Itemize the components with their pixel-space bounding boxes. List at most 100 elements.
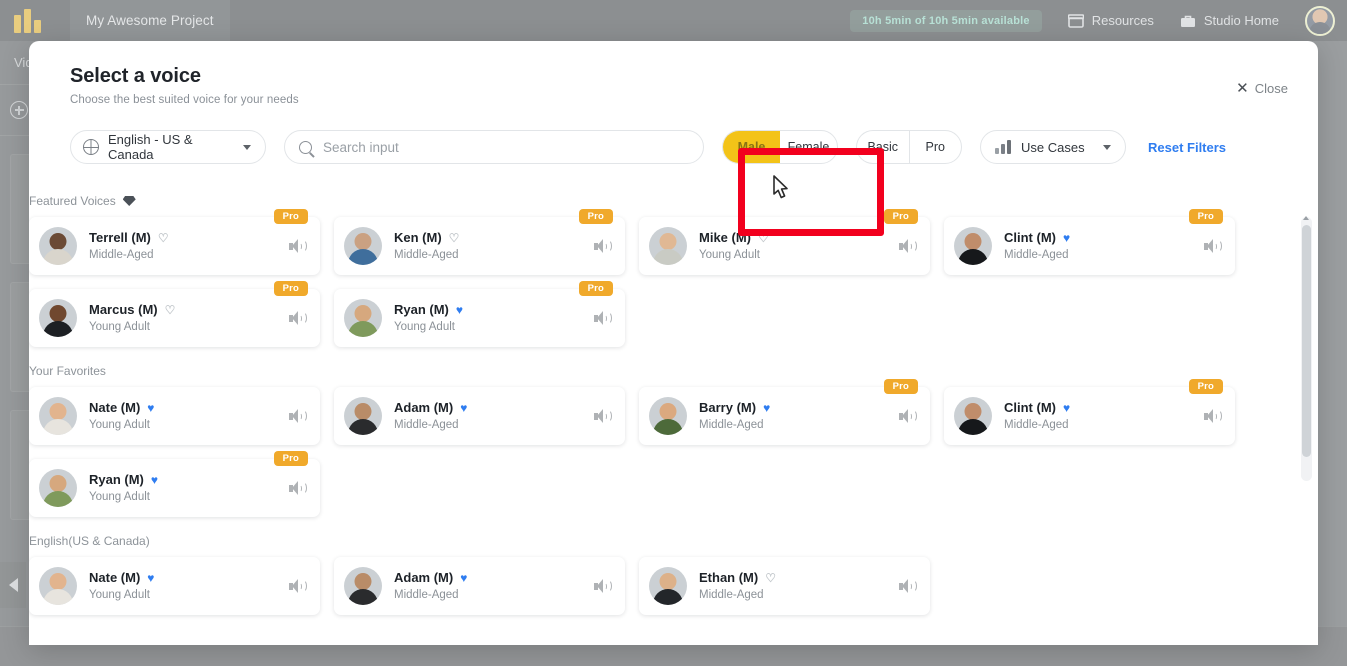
section-label-text: English(US & Canada) (29, 534, 150, 548)
heart-filled-icon[interactable]: ♥ (147, 402, 154, 414)
reset-filters-button[interactable]: Reset Filters (1148, 140, 1226, 155)
voice-age: Middle-Aged (699, 419, 764, 432)
project-tab[interactable]: My Awesome Project (70, 0, 230, 41)
plus-circle-icon[interactable] (10, 101, 28, 119)
speaker-preview-icon[interactable] (899, 579, 917, 593)
section-label: Your Favorites (29, 364, 1318, 378)
voice-card[interactable]: Ryan (M) ♥ Young Adult Pro (29, 451, 320, 517)
speaker-preview-icon[interactable] (594, 311, 612, 325)
modal-header: Select a voice Choose the best suited vo… (29, 41, 1318, 117)
heart-filled-icon[interactable]: ♥ (763, 402, 770, 414)
voice-card[interactable]: Barry (M) ♥ Middle-Aged Pro (639, 379, 930, 445)
gender-toggle[interactable]: Male Female (722, 130, 838, 164)
brand-bars-logo[interactable] (14, 8, 48, 33)
heart-filled-icon[interactable]: ♥ (1063, 402, 1070, 414)
voice-name: Clint (M) (1004, 229, 1056, 245)
speaker-preview-icon[interactable] (594, 579, 612, 593)
close-button[interactable]: ✕ Close (1236, 81, 1288, 96)
speaker-preview-icon[interactable] (289, 579, 307, 593)
pro-badge: Pro (273, 209, 308, 224)
speaker-preview-icon[interactable] (899, 239, 917, 253)
voice-age: Middle-Aged (89, 249, 154, 262)
studio-home-link[interactable]: Studio Home (1180, 13, 1279, 28)
voice-name: Ryan (M) (89, 471, 144, 487)
close-icon: ✕ (1236, 80, 1249, 97)
user-avatar[interactable] (1305, 5, 1335, 36)
speaker-preview-icon[interactable] (594, 239, 612, 253)
speaker-preview-icon[interactable] (1204, 409, 1222, 423)
scrollbar-thumb[interactable] (1302, 225, 1311, 457)
voice-meta: Marcus (M) ♡ Young Adult (89, 302, 176, 334)
heart-filled-icon[interactable]: ♥ (151, 474, 158, 486)
plan-option-basic[interactable]: Basic (856, 130, 909, 164)
search-field[interactable] (284, 130, 704, 164)
scroll-up-arrow-icon[interactable] (1303, 216, 1309, 220)
speaker-preview-icon[interactable] (289, 239, 307, 253)
voice-card[interactable]: Adam (M) ♥ Middle-Aged (334, 557, 625, 615)
avatar (954, 397, 992, 435)
voice-name-row: Clint (M) ♥ (1004, 229, 1070, 245)
voice-card-grid: Nate (M) ♥ Young Adult Adam (M) ♥ Middle-Aged… (29, 557, 1318, 615)
voice-card[interactable]: Terrell (M) ♡ Middle-Aged Pro (29, 209, 320, 275)
resources-link[interactable]: Resources (1067, 13, 1154, 28)
voice-age: Young Adult (89, 321, 150, 334)
pro-badge: Pro (883, 379, 918, 394)
voice-card[interactable]: Ken (M) ♡ Middle-Aged Pro (334, 209, 625, 275)
filter-bar: English - US & Canada Male Female Basic … (29, 117, 1318, 177)
voice-list-scrollbar[interactable] (1301, 216, 1312, 481)
use-cases-dropdown[interactable]: Use Cases (980, 130, 1126, 164)
voice-card[interactable]: Marcus (M) ♡ Young Adult Pro (29, 281, 320, 347)
voice-card-grid: Nate (M) ♥ Young Adult Adam (M) ♥ Middle-Aged… (29, 379, 1318, 517)
heart-outline-icon[interactable]: ♡ (449, 232, 460, 244)
voice-name-row: Ryan (M) ♥ (394, 302, 463, 317)
speaker-preview-icon[interactable] (289, 481, 307, 495)
voice-age: Young Adult (89, 491, 150, 504)
voice-card[interactable]: Adam (M) ♥ Middle-Aged (334, 387, 625, 445)
gender-option-male[interactable]: Male (723, 131, 780, 163)
speaker-preview-icon[interactable] (289, 409, 307, 423)
plan-option-pro[interactable]: Pro (908, 130, 962, 164)
heart-filled-icon[interactable]: ♥ (456, 304, 463, 316)
voice-name: Barry (M) (699, 399, 757, 415)
speaker-preview-icon[interactable] (1204, 239, 1222, 253)
heart-outline-icon[interactable]: ♡ (758, 232, 769, 244)
quota-badge: 10h 5min of 10h 5min available (850, 9, 1042, 32)
heart-filled-icon[interactable]: ♥ (1063, 232, 1070, 244)
heart-filled-icon[interactable]: ♥ (460, 572, 467, 584)
speaker-preview-icon[interactable] (899, 409, 917, 423)
avatar (344, 397, 382, 435)
voice-name: Nate (M) (89, 569, 141, 585)
voice-name-row: Nate (M) ♥ (89, 569, 154, 585)
language-dropdown[interactable]: English - US & Canada (70, 130, 266, 164)
pro-badge: Pro (1188, 209, 1223, 224)
section-label: English(US & Canada) (29, 534, 1318, 548)
gender-option-female[interactable]: Female (780, 131, 837, 163)
speaker-preview-icon[interactable] (289, 311, 307, 325)
voice-age: Young Adult (394, 321, 455, 334)
section-label-text: Featured Voices (29, 194, 116, 208)
collapse-rail-button[interactable] (0, 562, 26, 608)
voice-meta: Barry (M) ♥ Middle-Aged (699, 399, 770, 432)
chevron-left-icon (8, 578, 18, 592)
voice-age: Young Adult (89, 589, 150, 602)
voice-name-row: Adam (M) ♥ (394, 400, 467, 415)
app-top-bar: My Awesome Project 10h 5min of 10h 5min … (0, 0, 1347, 41)
voice-card[interactable]: Nate (M) ♥ Young Adult (29, 387, 320, 445)
search-input[interactable] (323, 139, 689, 155)
heart-filled-icon[interactable]: ♥ (460, 402, 467, 414)
voice-card[interactable]: Ethan (M) ♡ Middle-Aged (639, 557, 930, 615)
voice-card[interactable]: Mike (M) ♡ Young Adult Pro (639, 209, 930, 275)
heart-outline-icon[interactable]: ♡ (765, 572, 776, 584)
heart-outline-icon[interactable]: ♡ (158, 232, 169, 244)
speaker-preview-icon[interactable] (594, 409, 612, 423)
voice-card-grid: Terrell (M) ♡ Middle-Aged Pro Ken (M) ♡ Middle… (29, 209, 1318, 347)
heart-outline-icon[interactable]: ♡ (165, 304, 176, 316)
voice-card[interactable]: Clint (M) ♥ Middle-Aged Pro (944, 209, 1235, 275)
avatar (954, 227, 992, 265)
voice-meta: Clint (M) ♥ Middle-Aged (1004, 400, 1070, 431)
plan-toggle[interactable]: Basic Pro (856, 130, 962, 164)
voice-card[interactable]: Nate (M) ♥ Young Adult (29, 557, 320, 615)
heart-filled-icon[interactable]: ♥ (147, 572, 154, 584)
voice-card[interactable]: Ryan (M) ♥ Young Adult Pro (334, 281, 625, 347)
voice-card[interactable]: Clint (M) ♥ Middle-Aged Pro (944, 379, 1235, 445)
